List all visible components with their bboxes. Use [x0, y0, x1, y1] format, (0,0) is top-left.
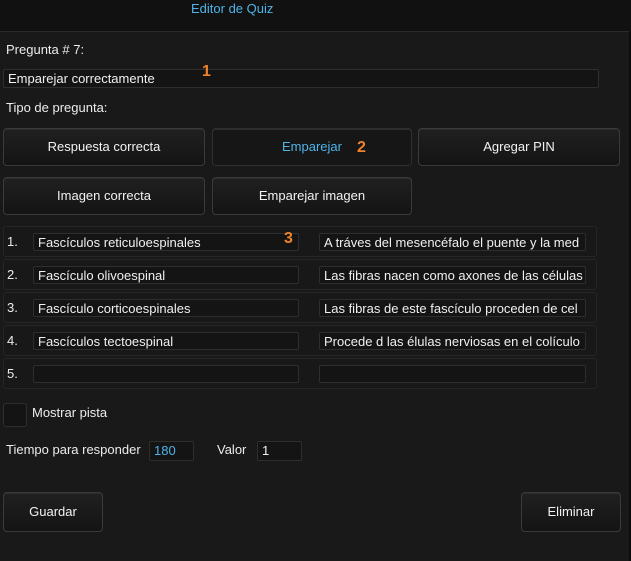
pair-number: 2. — [7, 267, 18, 282]
pair-number: 3. — [7, 300, 18, 315]
pair-left-input[interactable] — [33, 365, 299, 383]
pair-right-input[interactable]: Procede d las élulas nerviosas en el col… — [319, 332, 586, 350]
title-bar: Editor de Quiz — [0, 0, 631, 32]
type-button-emparejar[interactable]: Emparejar — [212, 128, 412, 166]
question-number-label: Pregunta # 7: — [6, 42, 85, 57]
annotation-marker-1: 1 — [202, 63, 211, 80]
window-title: Editor de Quiz — [191, 1, 274, 16]
type-button-agregar-pin[interactable]: Agregar PIN — [418, 128, 620, 166]
pair-row-4: 4. Fascículos tectoespinal Procede d las… — [3, 325, 597, 356]
pair-row-3: 3. Fascículo corticoespinales Las fibras… — [3, 292, 597, 323]
pair-number: 5. — [7, 366, 18, 381]
pair-number: 4. — [7, 333, 18, 348]
pair-left-input[interactable]: Fascículos reticuloespinales — [33, 233, 299, 251]
show-hint-label: Mostrar pista — [32, 405, 108, 420]
pair-number: 1. — [7, 234, 18, 249]
pair-right-input[interactable]: A tráves del mesencéfalo el puente y la … — [319, 233, 586, 251]
annotation-marker-2: 2 — [357, 139, 366, 156]
pair-right-input[interactable] — [319, 365, 586, 383]
delete-button[interactable]: Eliminar — [521, 492, 621, 532]
value-input[interactable]: 1 — [257, 441, 302, 461]
pair-left-input[interactable]: Fascículo olivoespinal — [33, 266, 299, 284]
pair-left-input[interactable]: Fascículos tectoespinal — [33, 332, 299, 350]
time-to-answer-label: Tiempo para responder — [6, 442, 141, 457]
pair-row-5: 5. — [3, 358, 597, 389]
time-to-answer-input[interactable]: 180 — [149, 441, 194, 461]
type-button-emparejar-imagen[interactable]: Emparejar imagen — [212, 177, 412, 215]
pair-right-input[interactable]: Las fibras nacen como axones de las célu… — [319, 266, 586, 284]
question-type-label: Tipo de pregunta: — [6, 100, 108, 115]
type-button-respuesta-correcta[interactable]: Respuesta correcta — [3, 128, 205, 166]
show-hint-checkbox[interactable] — [3, 403, 27, 427]
question-text-input[interactable]: Emparejar correctamente — [3, 69, 599, 88]
pair-left-input[interactable]: Fascículo corticoespinales — [33, 299, 299, 317]
annotation-marker-3: 3 — [284, 230, 293, 247]
value-label: Valor — [217, 442, 247, 457]
type-button-imagen-correcta[interactable]: Imagen correcta — [3, 177, 205, 215]
pair-right-input[interactable]: Las fibras de este fascículo proceden de… — [319, 299, 586, 317]
pair-row-2: 2. Fascículo olivoespinal Las fibras nac… — [3, 259, 597, 290]
save-button[interactable]: Guardar — [3, 492, 103, 532]
pair-row-1: 1. Fascículos reticuloespinales A tráves… — [3, 226, 597, 257]
